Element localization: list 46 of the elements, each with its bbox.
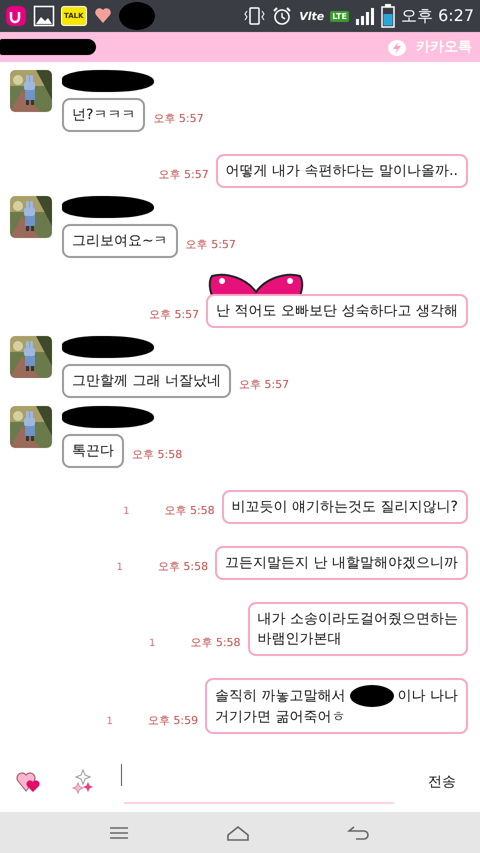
message-text: 비꼬듯이 얘기하는것도 질리지않니? bbox=[232, 498, 458, 517]
menu-icon[interactable] bbox=[108, 826, 129, 840]
battery-icon bbox=[380, 4, 395, 28]
sparkles-icon[interactable] bbox=[72, 769, 94, 795]
lte-indicator: LTE bbox=[330, 10, 349, 22]
vibrate-icon bbox=[243, 5, 266, 27]
redaction-mark bbox=[350, 685, 394, 707]
alarm-icon bbox=[271, 5, 294, 27]
message-time: 오후 5:57 bbox=[158, 167, 209, 183]
message-text: 어떻게 내가 속편하다는 말이나올까.. bbox=[226, 162, 458, 181]
app-title: 카카오톡 bbox=[416, 38, 472, 56]
message-time: 오후 5:58 bbox=[164, 503, 215, 519]
message-time: 오후 5:59 bbox=[148, 713, 198, 729]
clock-time: 오후 6:27 bbox=[400, 6, 474, 26]
bolt-logo-icon bbox=[386, 37, 408, 57]
message-text: 거기가면 굶어죽어ㅎ bbox=[215, 708, 346, 727]
message-time: 오후 5:58 bbox=[190, 635, 241, 651]
message-text: 그만할께 그래 너잘났네 bbox=[72, 372, 221, 391]
send-button[interactable]: 전송 bbox=[424, 769, 460, 795]
home-icon[interactable] bbox=[226, 824, 250, 840]
signal-icon bbox=[354, 6, 375, 26]
app-icon bbox=[5, 5, 27, 27]
message-text: 그리보여요~ㅋ bbox=[72, 232, 168, 251]
message-text: 솔직히 까놓고말해서 bbox=[215, 686, 346, 706]
message-time: 오후 5:57 bbox=[238, 377, 290, 393]
hearts-icon[interactable] bbox=[16, 771, 42, 793]
unread-count: 1 bbox=[148, 638, 156, 651]
gallery-icon bbox=[33, 5, 55, 27]
message-time: 오후 5:57 bbox=[148, 307, 200, 323]
message-time: 오후 5:57 bbox=[153, 111, 204, 127]
volte-indicator: Vlte bbox=[299, 10, 324, 22]
message-text: 넌?ㅋㅋㅋ bbox=[72, 106, 136, 125]
redaction-mark bbox=[118, 2, 155, 30]
message-time: 오후 5:58 bbox=[158, 559, 208, 575]
message-text: 톡끈다 bbox=[72, 442, 114, 461]
back-icon[interactable] bbox=[347, 824, 372, 840]
message-text: 바램인가본대 bbox=[258, 630, 342, 649]
message-text: 난 적어도 오빠보단 성숙하다고 생각해 bbox=[216, 302, 458, 321]
message-time: 오후 5:58 bbox=[132, 447, 182, 463]
unread-count: 1 bbox=[106, 716, 113, 729]
unread-count: 1 bbox=[116, 562, 123, 575]
unread-count: 1 bbox=[123, 506, 130, 519]
message-text: 이나 나나 bbox=[398, 686, 458, 706]
message-time: 오후 5:57 bbox=[186, 237, 236, 253]
message-text: 내가 소송이라도걸어줬으면하는 bbox=[258, 610, 458, 629]
message-text: 끄든지말든지 난 내할말해야겠으니까 bbox=[225, 554, 458, 573]
